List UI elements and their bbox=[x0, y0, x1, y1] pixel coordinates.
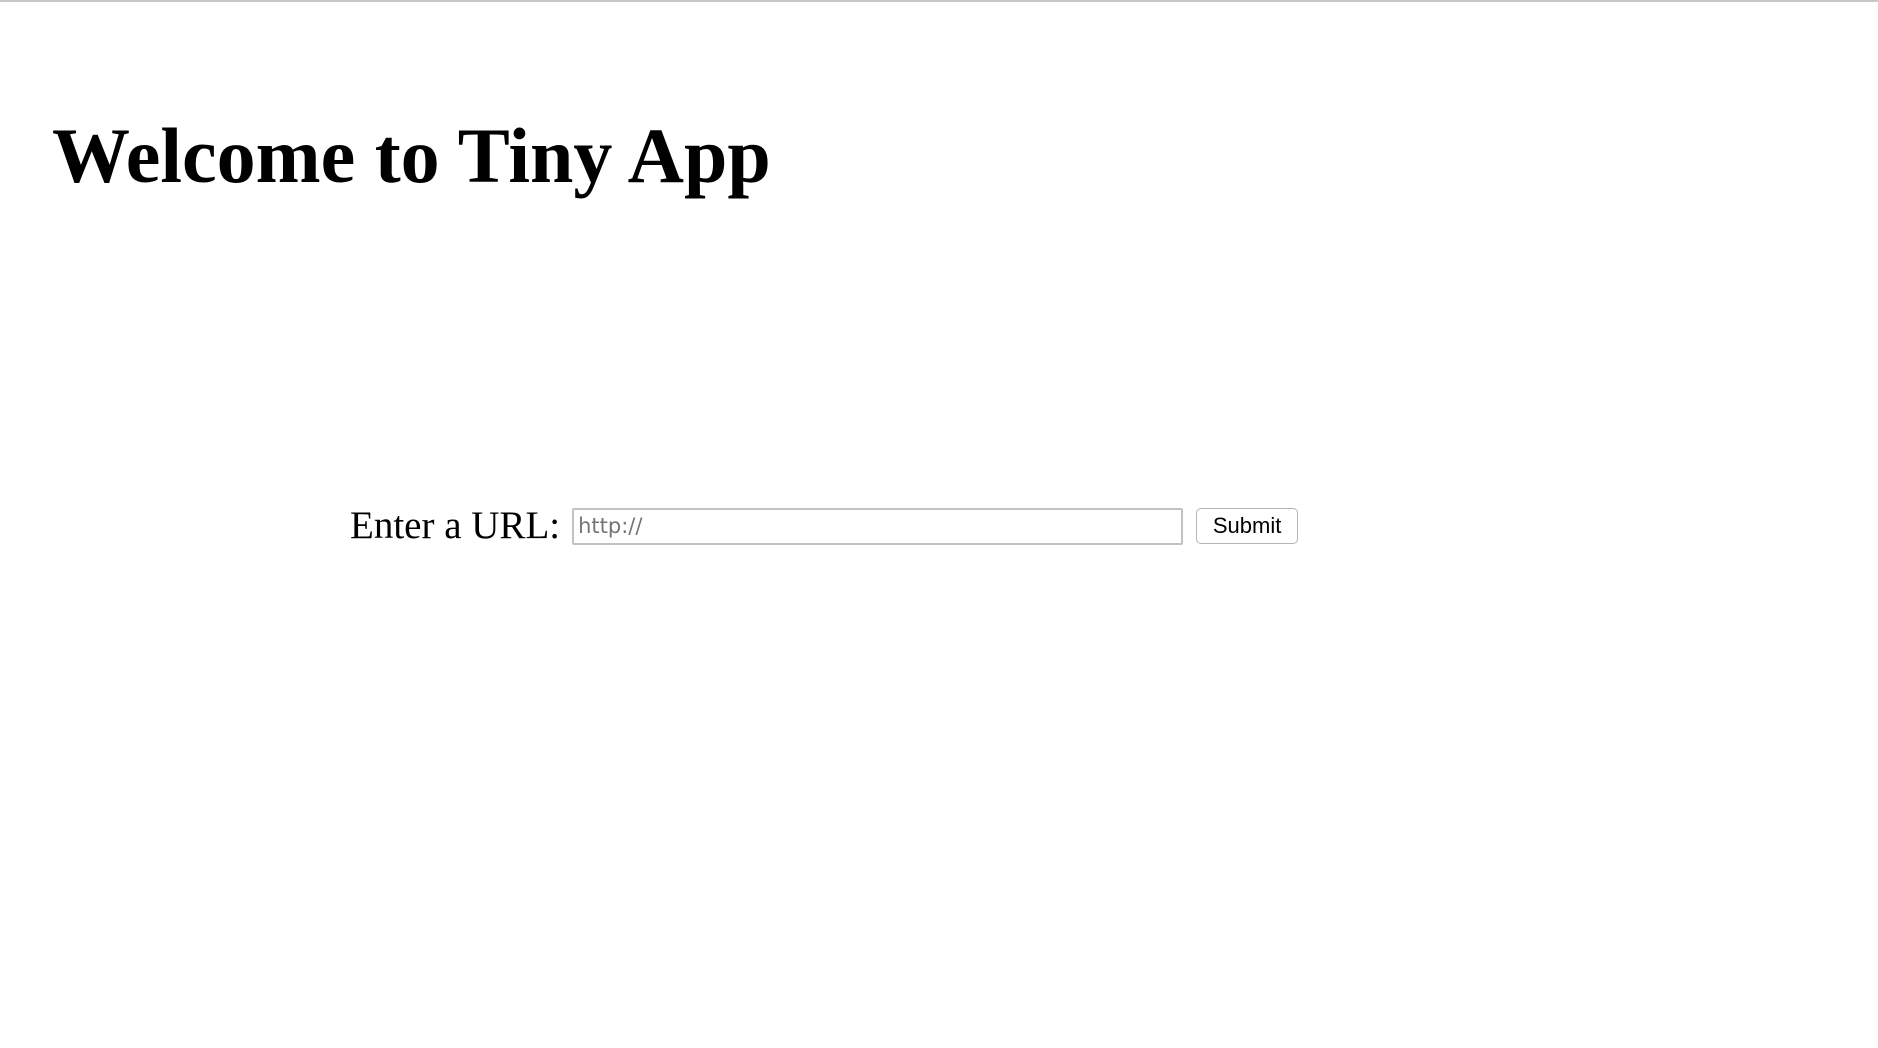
submit-button[interactable]: Submit bbox=[1196, 508, 1299, 544]
url-label: Enter a URL: bbox=[350, 504, 561, 547]
top-divider bbox=[0, 0, 1878, 2]
page-title: Welcome to Tiny App bbox=[52, 112, 771, 199]
url-input[interactable] bbox=[572, 507, 1184, 545]
url-form: Enter a URL: Submit bbox=[350, 504, 1299, 547]
page: Welcome to Tiny App Enter a URL: Submit bbox=[0, 0, 1878, 1048]
